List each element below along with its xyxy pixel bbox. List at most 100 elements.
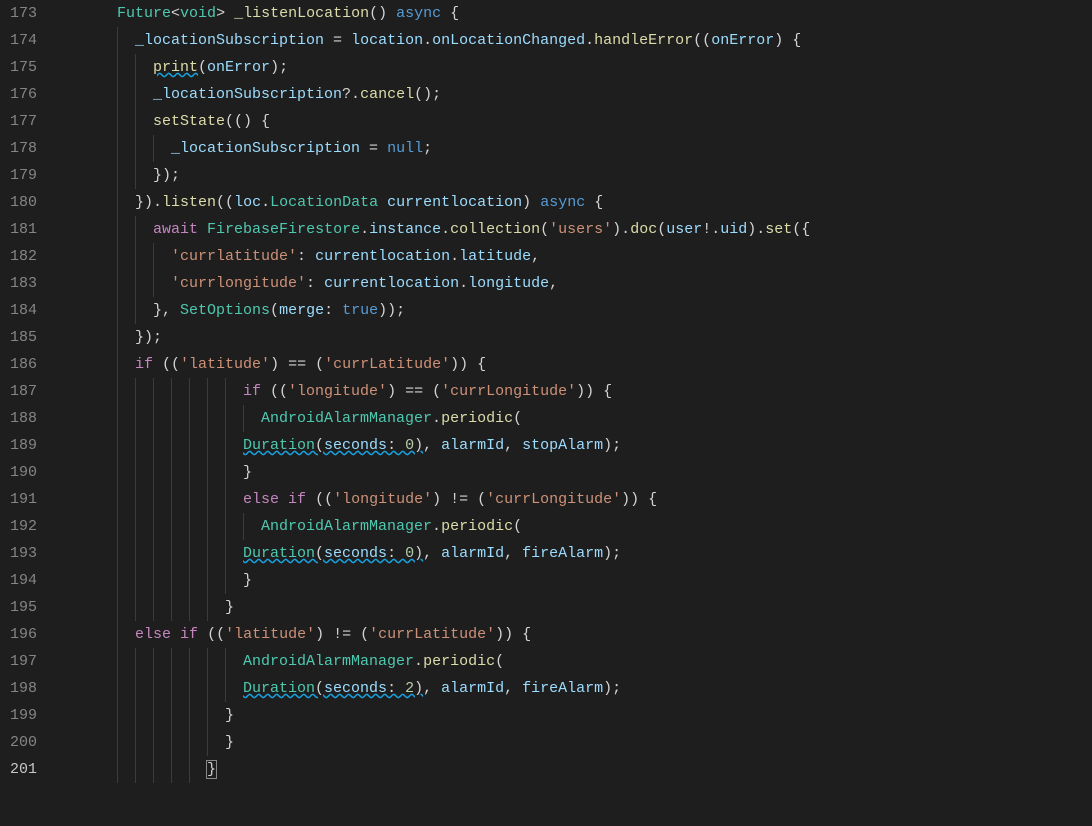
code-line[interactable]: _locationSubscription = location.onLocat… bbox=[61, 27, 1092, 54]
line-number[interactable]: 180 bbox=[10, 189, 37, 216]
code-line[interactable]: } bbox=[61, 594, 1092, 621]
line-number[interactable]: 175 bbox=[10, 54, 37, 81]
code-line[interactable]: AndroidAlarmManager.periodic( bbox=[61, 405, 1092, 432]
line-number[interactable]: 174 bbox=[10, 27, 37, 54]
line-number[interactable]: 188 bbox=[10, 405, 37, 432]
line-number[interactable]: 186 bbox=[10, 351, 37, 378]
line-number[interactable]: 178 bbox=[10, 135, 37, 162]
line-number[interactable]: 177 bbox=[10, 108, 37, 135]
code-token-punct bbox=[378, 194, 387, 211]
indent-guide bbox=[189, 513, 190, 540]
line-number[interactable]: 183 bbox=[10, 270, 37, 297]
line-number[interactable]: 195 bbox=[10, 594, 37, 621]
code-token-ident: uid bbox=[720, 221, 747, 238]
code-line[interactable]: AndroidAlarmManager.periodic( bbox=[61, 513, 1092, 540]
line-number[interactable]: 191 bbox=[10, 486, 37, 513]
indent-guide bbox=[171, 378, 172, 405]
code-token-punct: (( bbox=[153, 356, 180, 373]
line-number-gutter[interactable]: 1731741751761771781791801811821831841851… bbox=[0, 0, 57, 826]
code-line[interactable]: }).listen((loc.LocationData currentlocat… bbox=[61, 189, 1092, 216]
code-token-punct: : bbox=[306, 275, 324, 292]
code-line[interactable]: if (('latitude') == ('currLatitude')) { bbox=[61, 351, 1092, 378]
code-line[interactable]: } bbox=[61, 729, 1092, 756]
code-line[interactable]: }, SetOptions(merge: true)); bbox=[61, 297, 1092, 324]
code-line[interactable]: } bbox=[61, 459, 1092, 486]
indent-guide bbox=[117, 54, 118, 81]
code-line[interactable]: await FirebaseFirestore.instance.collect… bbox=[61, 216, 1092, 243]
code-line[interactable]: 'currlongitude': currentlocation.longitu… bbox=[61, 270, 1092, 297]
indent-guide bbox=[135, 729, 136, 756]
code-line[interactable]: else if (('latitude') != ('currLatitude'… bbox=[61, 621, 1092, 648]
code-line[interactable]: } bbox=[61, 567, 1092, 594]
line-number[interactable]: 199 bbox=[10, 702, 37, 729]
line-number[interactable]: 185 bbox=[10, 324, 37, 351]
line-number[interactable]: 176 bbox=[10, 81, 37, 108]
line-number[interactable]: 189 bbox=[10, 432, 37, 459]
code-token-keyflow: if bbox=[135, 356, 153, 373]
line-number[interactable]: 193 bbox=[10, 540, 37, 567]
code-token-keyflow: await bbox=[153, 221, 198, 238]
indent-guide bbox=[243, 405, 244, 432]
code-token-punct bbox=[279, 491, 288, 508]
code-token-punct: { bbox=[585, 194, 603, 211]
code-token-punct: ) == ( bbox=[270, 356, 324, 373]
code-line[interactable]: _locationSubscription = null; bbox=[61, 135, 1092, 162]
code-token-ident: fireAlarm bbox=[522, 680, 603, 697]
indent-guide bbox=[225, 432, 226, 459]
code-line[interactable]: 'currlatitude': currentlocation.latitude… bbox=[61, 243, 1092, 270]
indent-guide bbox=[117, 270, 118, 297]
indent-guide bbox=[207, 567, 208, 594]
indent-guide bbox=[117, 621, 118, 648]
indent-guide bbox=[171, 648, 172, 675]
code-line[interactable]: Future<void> _listenLocation() async { bbox=[61, 0, 1092, 27]
line-number[interactable]: 192 bbox=[10, 513, 37, 540]
code-text: AndroidAlarmManager.periodic( bbox=[61, 410, 522, 427]
code-line[interactable]: }); bbox=[61, 162, 1092, 189]
indent-guide bbox=[117, 540, 118, 567]
code-token-punct: ). bbox=[747, 221, 765, 238]
line-number[interactable]: 181 bbox=[10, 216, 37, 243]
line-number[interactable]: 201 bbox=[10, 756, 37, 783]
code-editor[interactable]: 1731741751761771781791801811821831841851… bbox=[0, 0, 1092, 826]
line-number[interactable]: 184 bbox=[10, 297, 37, 324]
code-line[interactable]: print(onError); bbox=[61, 54, 1092, 81]
code-token-punct: )) { bbox=[450, 356, 486, 373]
indent-guide bbox=[135, 378, 136, 405]
code-token-string: 'latitude' bbox=[180, 356, 270, 373]
code-token-punct: . bbox=[414, 653, 423, 670]
code-token-param: currentlocation bbox=[387, 194, 522, 211]
line-number[interactable]: 197 bbox=[10, 648, 37, 675]
code-content-area[interactable]: Future<void> _listenLocation() async {_l… bbox=[57, 0, 1092, 826]
indent-guide bbox=[207, 594, 208, 621]
code-line[interactable]: Duration(seconds: 2), alarmId, fireAlarm… bbox=[61, 675, 1092, 702]
code-line[interactable]: Duration(seconds: 0), alarmId, fireAlarm… bbox=[61, 540, 1092, 567]
code-token-punct: : bbox=[387, 680, 405, 697]
code-line[interactable]: } bbox=[61, 756, 1092, 783]
code-line[interactable]: }); bbox=[61, 324, 1092, 351]
code-line[interactable]: Duration(seconds: 0), alarmId, stopAlarm… bbox=[61, 432, 1092, 459]
code-token-punct: ) bbox=[414, 545, 423, 562]
line-number[interactable]: 173 bbox=[10, 0, 37, 27]
line-number[interactable]: 200 bbox=[10, 729, 37, 756]
code-line[interactable]: _locationSubscription?.cancel(); bbox=[61, 81, 1092, 108]
line-number[interactable]: 182 bbox=[10, 243, 37, 270]
indent-guide bbox=[117, 702, 118, 729]
code-line[interactable]: } bbox=[61, 702, 1092, 729]
code-line[interactable]: setState(() { bbox=[61, 108, 1092, 135]
code-text: else if (('longitude') != ('currLongitud… bbox=[61, 491, 657, 508]
code-token-string: 'currlongitude' bbox=[171, 275, 306, 292]
line-number[interactable]: 196 bbox=[10, 621, 37, 648]
code-token-punct bbox=[198, 221, 207, 238]
line-number[interactable]: 187 bbox=[10, 378, 37, 405]
code-token-punct: )) { bbox=[495, 626, 531, 643]
code-line[interactable]: AndroidAlarmManager.periodic( bbox=[61, 648, 1092, 675]
line-number[interactable]: 198 bbox=[10, 675, 37, 702]
line-number[interactable]: 194 bbox=[10, 567, 37, 594]
code-line[interactable]: else if (('longitude') != ('currLongitud… bbox=[61, 486, 1092, 513]
code-line[interactable]: if (('longitude') == ('currLongitude')) … bbox=[61, 378, 1092, 405]
indent-guide bbox=[153, 432, 154, 459]
line-number[interactable]: 190 bbox=[10, 459, 37, 486]
line-number[interactable]: 179 bbox=[10, 162, 37, 189]
code-token-punct: , bbox=[504, 680, 522, 697]
indent-guide bbox=[225, 567, 226, 594]
